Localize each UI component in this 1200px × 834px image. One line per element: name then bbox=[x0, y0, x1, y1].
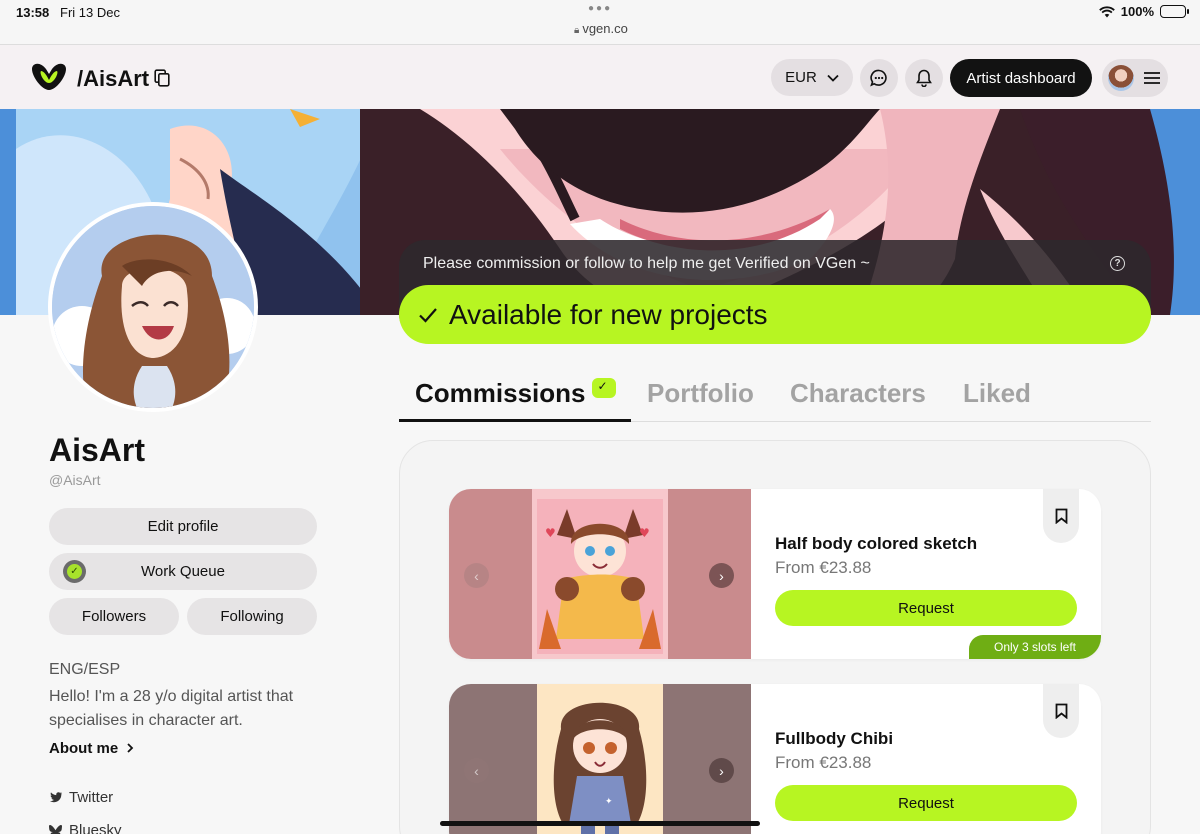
vgen-logo-icon[interactable] bbox=[28, 61, 70, 93]
lock-icon: 🔒︎ bbox=[574, 25, 580, 36]
twitter-link[interactable]: Twitter bbox=[49, 789, 113, 806]
carousel-prev-button[interactable]: ‹ bbox=[464, 758, 489, 783]
tab-commissions-label: Commissions bbox=[415, 378, 586, 408]
bluesky-label: Bluesky bbox=[69, 822, 122, 834]
commission-price: From €23.88 bbox=[775, 558, 872, 577]
profile-handle: @AisArt bbox=[49, 472, 101, 488]
commission-image: ✦ bbox=[449, 684, 751, 834]
bell-icon bbox=[916, 69, 932, 87]
twitter-label: Twitter bbox=[69, 789, 114, 806]
clock: 13:58 bbox=[16, 5, 50, 20]
work-queue-button[interactable]: ✓ Work Queue bbox=[49, 553, 317, 590]
availability-status: Available for new projects bbox=[399, 285, 1151, 344]
page-title: /AisArt bbox=[77, 66, 150, 91]
avatar bbox=[1108, 65, 1134, 91]
messages-button[interactable] bbox=[860, 59, 898, 97]
url-bar[interactable]: 🔒︎ vgen.co bbox=[574, 21, 628, 36]
verification-message: Please commission or follow to help me g… bbox=[423, 255, 870, 272]
battery-percent: 100% bbox=[1120, 4, 1154, 19]
request-button[interactable]: Request bbox=[775, 590, 1077, 626]
carousel-prev-button[interactable]: ‹ bbox=[464, 563, 489, 588]
following-button[interactable]: Following bbox=[187, 598, 317, 635]
bio-text: Hello! I'm a 28 y/o digital artist that … bbox=[49, 688, 294, 729]
tab-portfolio[interactable]: Portfolio bbox=[647, 378, 754, 409]
followers-button[interactable]: Followers bbox=[49, 598, 179, 635]
svg-text:✦: ✦ bbox=[605, 797, 613, 807]
chat-icon bbox=[870, 69, 887, 87]
date: Fri 13 Dec bbox=[60, 5, 120, 20]
commission-price: From €23.88 bbox=[775, 753, 872, 772]
user-menu-button[interactable] bbox=[1102, 59, 1168, 97]
more-dots-icon[interactable]: ●●● bbox=[588, 3, 612, 14]
availability-label: Available for new projects bbox=[449, 298, 768, 330]
check-icon bbox=[419, 307, 437, 323]
edit-profile-button[interactable]: Edit profile bbox=[49, 508, 317, 545]
twitter-icon bbox=[50, 792, 62, 803]
about-me-label: About me bbox=[49, 740, 119, 757]
home-indicator bbox=[440, 821, 760, 826]
notifications-button[interactable] bbox=[905, 59, 943, 97]
chevron-right-icon bbox=[127, 743, 134, 753]
help-icon[interactable]: ? bbox=[1110, 256, 1125, 271]
bookmark-button[interactable] bbox=[1043, 489, 1079, 543]
wifi-icon bbox=[1098, 5, 1115, 17]
bookmark-icon bbox=[1055, 703, 1067, 719]
tab-liked[interactable]: Liked bbox=[963, 378, 1031, 409]
bookmark-icon bbox=[1055, 508, 1067, 524]
top-header: /AisArt EUR Artist dashboard bbox=[0, 44, 1200, 109]
carousel-next-button[interactable]: › bbox=[709, 758, 734, 783]
status-indicators: 100% bbox=[1098, 4, 1189, 19]
artist-dashboard-button[interactable]: Artist dashboard bbox=[950, 59, 1092, 97]
commission-title: Half body colored sketch bbox=[775, 534, 978, 553]
battery-icon bbox=[1160, 5, 1189, 18]
chevron-down-icon bbox=[827, 74, 839, 82]
url-text: vgen.co bbox=[582, 21, 628, 36]
copy-icon[interactable] bbox=[154, 69, 170, 87]
active-tab-indicator bbox=[399, 419, 631, 422]
commission-title: Fullbody Chibi bbox=[775, 729, 894, 748]
status-bar: 13:58 Fri 13 Dec ●●● 🔒︎ vgen.co 100% bbox=[0, 0, 1200, 44]
bluesky-link[interactable]: Bluesky bbox=[49, 822, 122, 834]
about-me-link[interactable]: About me bbox=[49, 740, 134, 757]
commission-image: ♥ ♥ bbox=[449, 489, 751, 659]
verified-check-icon bbox=[591, 378, 616, 398]
bookmark-button[interactable] bbox=[1043, 684, 1079, 738]
tab-commissions[interactable]: Commissions bbox=[415, 378, 616, 409]
bluesky-icon bbox=[49, 825, 62, 834]
svg-text:♥: ♥ bbox=[639, 526, 650, 540]
carousel-next-button[interactable]: › bbox=[709, 563, 734, 588]
currency-value: EUR bbox=[785, 69, 817, 86]
verified-check-icon: ✓ bbox=[63, 560, 86, 583]
commission-card[interactable]: ♥ ♥ ‹ › Half body colored sketch From €2… bbox=[449, 489, 1101, 659]
tab-characters[interactable]: Characters bbox=[790, 378, 926, 409]
profile-tabs: Commissions Portfolio Characters Liked bbox=[399, 370, 1151, 422]
hamburger-menu-icon bbox=[1144, 72, 1160, 84]
profile-name: AisArt bbox=[49, 432, 146, 468]
svg-text:♥: ♥ bbox=[545, 526, 556, 540]
profile-avatar bbox=[48, 202, 258, 412]
commission-card[interactable]: ✦ ‹ › Fullbody Chibi From €23.88 Request bbox=[449, 684, 1101, 834]
bio-languages: ENG/ESP bbox=[49, 661, 121, 678]
work-queue-label: Work Queue bbox=[141, 563, 225, 580]
currency-select[interactable]: EUR bbox=[771, 59, 853, 96]
slots-badge: Only 3 slots left bbox=[969, 635, 1101, 659]
request-button[interactable]: Request bbox=[775, 785, 1077, 821]
